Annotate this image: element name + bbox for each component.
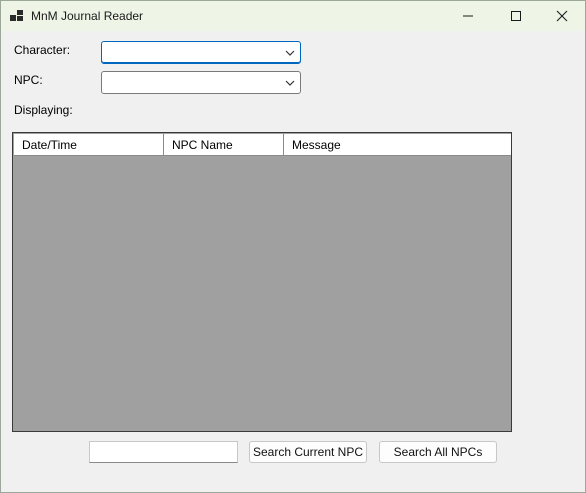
chevron-down-icon bbox=[285, 50, 295, 56]
chevron-down-icon bbox=[285, 80, 295, 86]
close-button[interactable] bbox=[539, 1, 585, 31]
maximize-button[interactable] bbox=[493, 1, 539, 31]
grid-header: Date/Time NPC Name Message bbox=[14, 134, 511, 156]
app-icon bbox=[10, 10, 24, 22]
search-input[interactable] bbox=[89, 441, 238, 463]
minimize-icon bbox=[463, 15, 473, 17]
column-header-datetime[interactable]: Date/Time bbox=[14, 134, 164, 156]
character-label: Character: bbox=[14, 43, 71, 57]
search-all-npcs-button[interactable]: Search All NPCs bbox=[379, 441, 497, 463]
npc-dropdown[interactable] bbox=[101, 71, 301, 94]
journal-grid[interactable]: Date/Time NPC Name Message bbox=[12, 132, 512, 432]
title-bar[interactable]: MnM Journal Reader bbox=[1, 1, 585, 31]
maximize-icon bbox=[511, 11, 521, 21]
close-icon bbox=[556, 10, 568, 22]
search-current-npc-button[interactable]: Search Current NPC bbox=[249, 441, 367, 463]
character-dropdown[interactable] bbox=[101, 41, 301, 64]
displaying-label: Displaying: bbox=[14, 103, 73, 117]
window-title: MnM Journal Reader bbox=[31, 9, 144, 23]
column-header-message[interactable]: Message bbox=[284, 134, 511, 156]
npc-label: NPC: bbox=[14, 73, 43, 87]
column-header-npc-name[interactable]: NPC Name bbox=[164, 134, 284, 156]
main-window: MnM Journal Reader Character: NPC: Displ… bbox=[0, 0, 586, 493]
minimize-button[interactable] bbox=[445, 1, 491, 31]
